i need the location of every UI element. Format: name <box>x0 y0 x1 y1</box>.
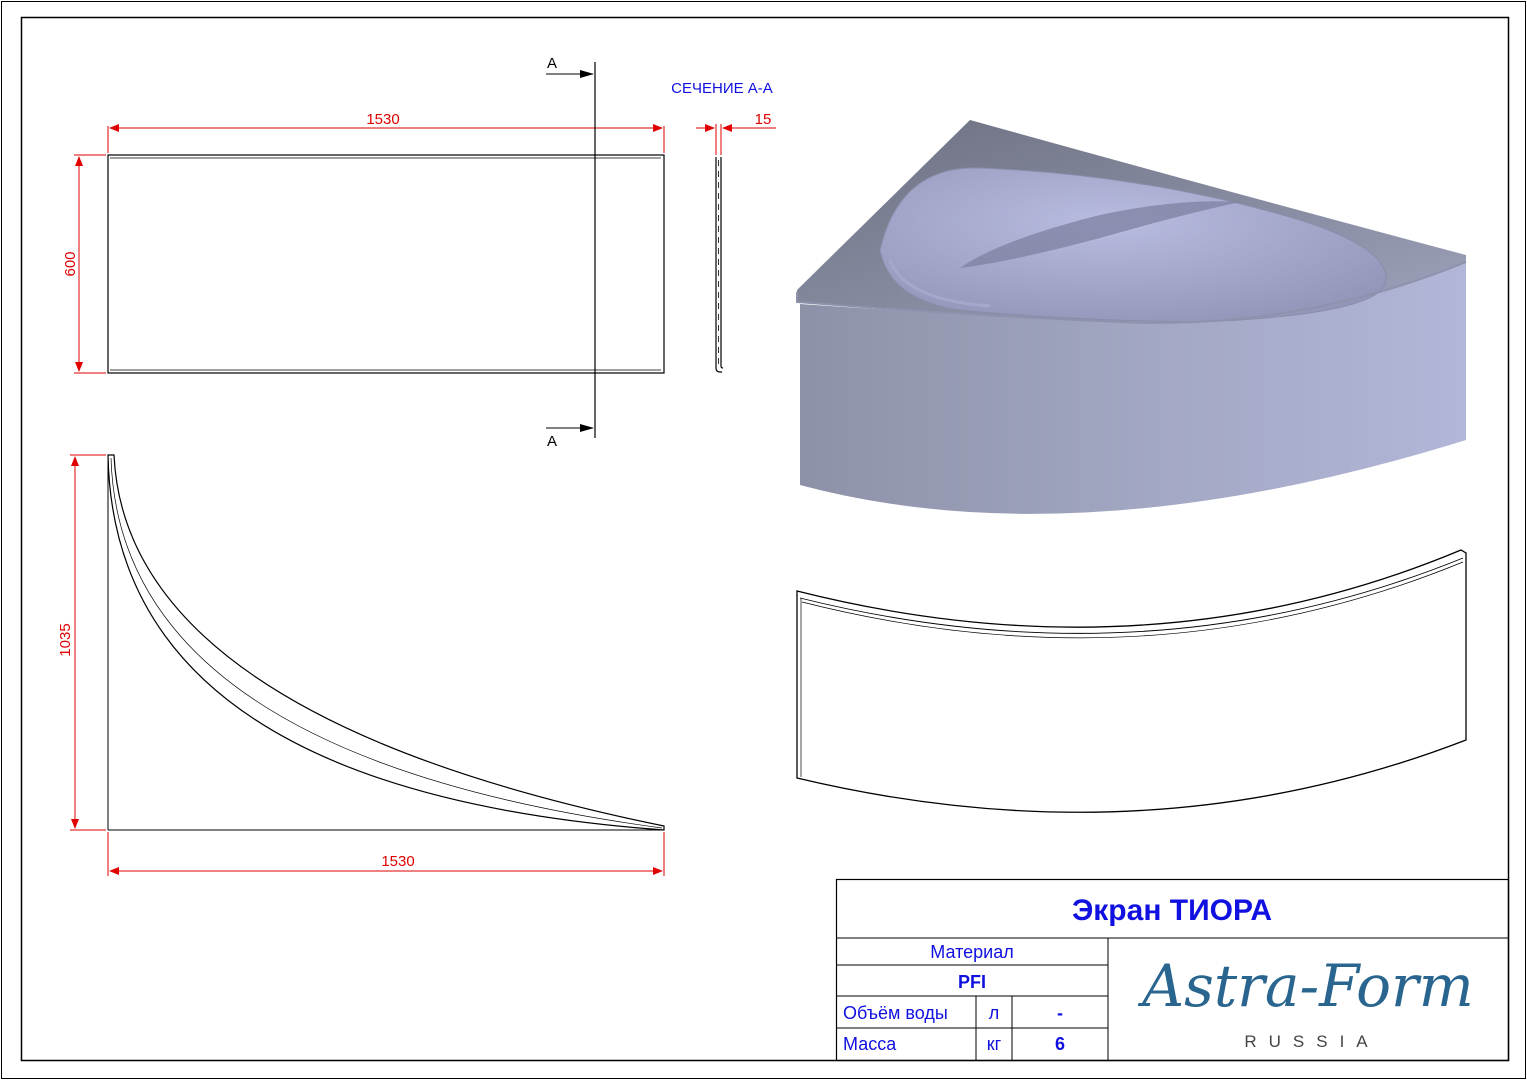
bathtub-render <box>796 120 1467 514</box>
dimension-front-width: 1530 <box>107 111 665 153</box>
brand-logo-sub: RUSSIA <box>1244 1032 1379 1051</box>
dimension-plan-width: 1530 <box>107 832 665 876</box>
material-label: Материал <box>930 942 1013 962</box>
cut-marker-top: A <box>547 55 557 72</box>
title-block: Экран ТИОРА Материал PFI Объём воды л - … <box>835 878 1510 1062</box>
section-thickness-label: 15 <box>755 111 772 128</box>
front-view <box>107 154 665 374</box>
water-volume-value: - <box>1057 1003 1063 1023</box>
outer-border <box>1 1 1526 1079</box>
section-label: СЕЧЕНИЕ А-А <box>671 80 773 97</box>
water-volume-unit: л <box>989 1003 1000 1023</box>
cut-marker-bottom: A <box>547 433 557 450</box>
plan-depth-label: 1035 <box>57 623 74 656</box>
front-width-label: 1530 <box>366 111 399 128</box>
panel-front-outline <box>107 154 665 374</box>
mass-value: 6 <box>1055 1034 1065 1054</box>
dimension-plan-depth: 1035 <box>57 454 106 831</box>
mass-unit: кг <box>987 1034 1002 1054</box>
section-cut-line: A A <box>546 55 596 450</box>
section-view: СЕЧЕНИЕ А-А 15 <box>671 80 776 373</box>
mass-label: Масса <box>843 1034 897 1054</box>
inner-frame <box>20 16 1510 1062</box>
plan-width-label: 1530 <box>381 853 414 870</box>
screen-3d-view <box>796 549 1467 813</box>
drawing-title: Экран ТИОРА <box>1072 894 1272 927</box>
water-volume-label: Объём воды <box>843 1003 948 1023</box>
brand-logo: Astra-Form <box>1137 952 1474 1020</box>
drawing-sheet: 1530 600 A A СЕЧЕНИЕ А-А 15 1035 1530 Эк… <box>1 1 1526 1079</box>
plan-view <box>107 454 665 831</box>
front-height-label: 600 <box>62 251 79 276</box>
dimension-front-height: 600 <box>62 154 106 374</box>
material-value: PFI <box>958 972 986 992</box>
